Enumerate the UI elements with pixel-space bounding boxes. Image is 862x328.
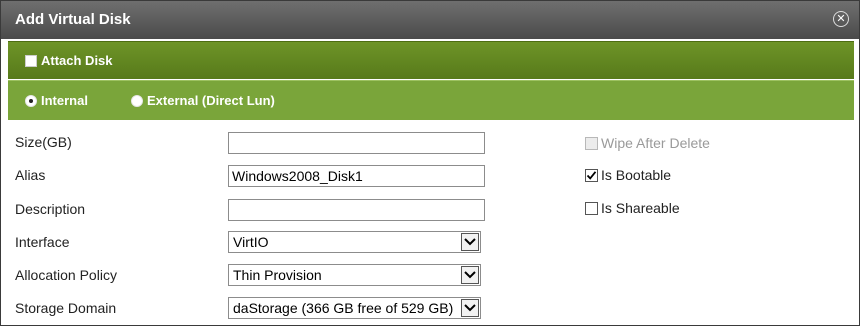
is-bootable-checkbox[interactable]: Is Bootable (585, 167, 671, 183)
wipe-after-delete-box (585, 136, 598, 150)
chevron-down-icon[interactable] (461, 233, 479, 251)
chevron-down-icon[interactable] (461, 299, 479, 317)
attach-disk-checkbox[interactable]: Attach Disk (25, 53, 113, 68)
radio-internal-circle[interactable] (25, 94, 37, 107)
storage-domain-label: Storage Domain (15, 300, 117, 316)
interface-label: Interface (15, 234, 70, 250)
disk-type-bar: Internal External (Direct Lun) (8, 80, 854, 120)
alias-label: Alias (15, 167, 46, 183)
dialog-title: Add Virtual Disk (15, 11, 131, 28)
is-bootable-label: Is Bootable (601, 167, 672, 183)
is-shareable-checkbox[interactable]: Is Shareable (585, 200, 680, 216)
size-input[interactable] (228, 132, 485, 154)
is-shareable-label: Is Shareable (601, 200, 680, 216)
allocation-policy-label: Allocation Policy (15, 267, 117, 283)
disk-form: Size(GB) Alias Windows2008_Disk1 Descrip… (1, 120, 861, 327)
radio-internal[interactable]: Internal (25, 93, 88, 108)
radio-external-circle[interactable] (131, 94, 143, 107)
description-input[interactable] (228, 199, 485, 221)
close-icon[interactable]: ✕ (833, 11, 849, 27)
attach-disk-bar: Attach Disk (8, 41, 854, 79)
is-bootable-box[interactable] (585, 168, 598, 182)
interface-value: VirtIO (233, 234, 269, 250)
size-label: Size(GB) (15, 134, 72, 150)
alias-input[interactable]: Windows2008_Disk1 (228, 165, 485, 187)
allocation-policy-value: Thin Provision (233, 267, 322, 283)
radio-external-direct-lun[interactable]: External (Direct Lun) (131, 93, 275, 108)
storage-domain-select[interactable]: daStorage (366 GB free of 529 GB) (228, 297, 481, 319)
wipe-after-delete-label: Wipe After Delete (601, 135, 710, 151)
description-label: Description (15, 201, 86, 217)
checkmark-icon (586, 170, 597, 180)
allocation-policy-select[interactable]: Thin Provision (228, 264, 481, 286)
radio-internal-label: Internal (41, 93, 88, 108)
chevron-down-icon[interactable] (461, 266, 479, 284)
radio-external-label: External (Direct Lun) (147, 93, 275, 108)
interface-select[interactable]: VirtIO (228, 231, 481, 253)
wipe-after-delete-checkbox: Wipe After Delete (585, 135, 710, 151)
is-shareable-box[interactable] (585, 201, 598, 215)
add-virtual-disk-dialog: Add Virtual Disk ✕ Attach Disk Internal … (0, 0, 860, 326)
attach-disk-label: Attach Disk (41, 53, 113, 68)
attach-disk-checkbox-box[interactable] (25, 54, 37, 67)
dialog-title-bar: Add Virtual Disk ✕ (1, 1, 859, 39)
storage-domain-value: daStorage (366 GB free of 529 GB) (233, 300, 454, 316)
